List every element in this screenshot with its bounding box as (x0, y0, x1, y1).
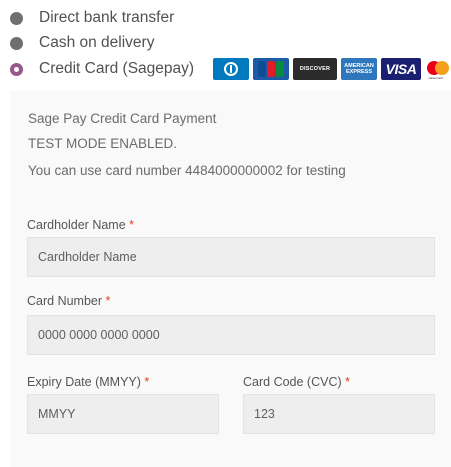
test-mode-notice: TEST MODE ENABLED. (28, 136, 178, 151)
expiry-date-label: Expiry Date (MMYY) * (27, 375, 150, 389)
payment-method-label: Cash on delivery (39, 34, 155, 51)
payment-method-label: Credit Card (Sagepay) (39, 60, 195, 77)
required-mark: * (105, 294, 111, 308)
radio-cash-on-delivery[interactable] (10, 36, 23, 50)
payment-method-cash-on-delivery[interactable]: Cash on delivery (10, 31, 154, 55)
amex-text-line2: EXPRESS (346, 69, 372, 75)
radio-bank-transfer[interactable] (10, 11, 23, 25)
cardholder-name-input[interactable]: Cardholder Name (27, 237, 435, 277)
cardholder-name-label: Cardholder Name * (27, 218, 135, 232)
visa-text: VISA (385, 61, 417, 77)
card-number-placeholder: 0000 0000 0000 0000 (38, 328, 160, 342)
mastercard-icon: mastercard (425, 58, 451, 80)
payment-method-credit-card[interactable]: Credit Card (Sagepay) (10, 57, 194, 81)
discover-icon: DISCOVER (293, 58, 337, 80)
discover-text: DISCOVER (299, 66, 331, 72)
card-number-input[interactable]: 0000 0000 0000 0000 (27, 315, 435, 355)
sagepay-payment-panel: Sage Pay Credit Card Payment TEST MODE E… (10, 91, 451, 467)
payment-info-title: Sage Pay Credit Card Payment (28, 111, 217, 126)
visa-icon: VISA (381, 58, 421, 80)
required-mark: * (144, 375, 150, 389)
diners-club-icon (213, 58, 249, 80)
cardholder-name-placeholder: Cardholder Name (38, 250, 137, 264)
required-mark: * (129, 218, 135, 232)
card-code-placeholder: 123 (254, 407, 275, 421)
expiry-date-placeholder: MMYY (38, 407, 76, 421)
mastercard-text: mastercard (428, 76, 444, 80)
expiry-date-input[interactable]: MMYY (27, 394, 219, 434)
payment-method-label: Direct bank transfer (39, 9, 175, 26)
accepted-cards: DISCOVER AMERICAN EXPRESS VISA mastercar… (213, 57, 451, 81)
card-number-label: Card Number * (27, 294, 111, 308)
card-code-label: Card Code (CVC) * (243, 375, 350, 389)
card-code-input[interactable]: 123 (243, 394, 435, 434)
amex-icon: AMERICAN EXPRESS (341, 58, 377, 80)
required-mark: * (345, 375, 350, 389)
jcb-icon (253, 58, 289, 80)
test-card-note: You can use card number 4484000000002 fo… (28, 163, 346, 178)
radio-credit-card[interactable] (10, 62, 23, 76)
payment-method-bank-transfer[interactable]: Direct bank transfer (10, 6, 174, 30)
